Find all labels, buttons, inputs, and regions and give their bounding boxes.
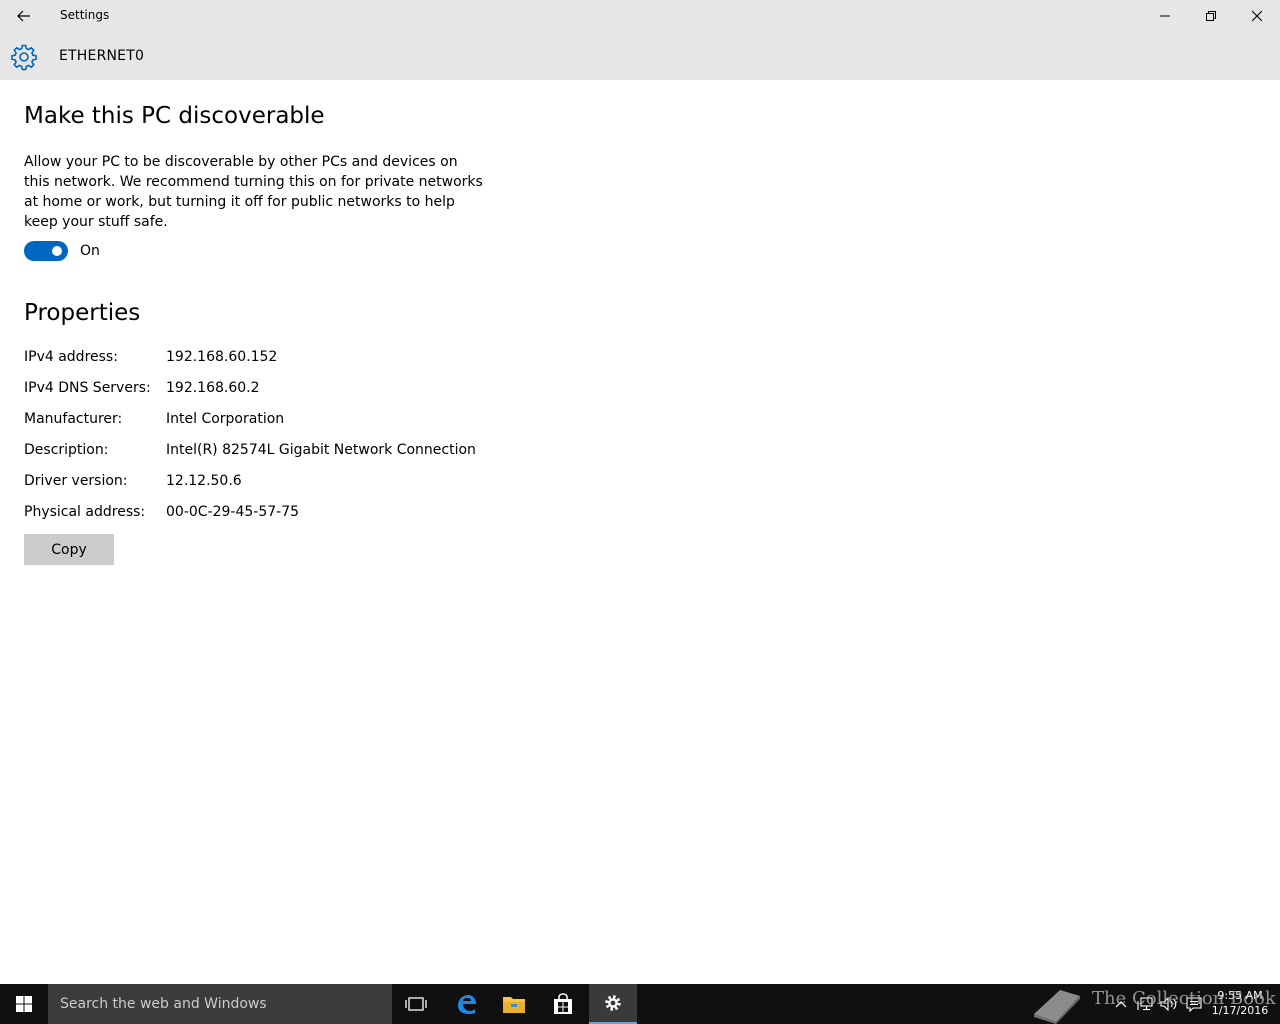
windows-logo-icon (16, 996, 32, 1012)
clock-date: 1/17/2016 (1211, 1004, 1269, 1017)
settings-gear-icon (605, 995, 621, 1011)
property-label: Description: (24, 442, 109, 458)
network-icon (1137, 997, 1153, 1011)
settings-taskbar-button[interactable] (589, 984, 637, 1024)
volume-icon (1160, 997, 1177, 1011)
discoverable-heading: Make this PC discoverable (24, 103, 325, 129)
action-center-button[interactable] (1182, 984, 1206, 1024)
property-label: Physical address: (24, 504, 146, 520)
property-value: 192.168.60.152 (166, 349, 278, 365)
start-button[interactable] (0, 984, 48, 1024)
property-value: Intel Corporation (166, 411, 285, 427)
close-button[interactable] (1234, 0, 1280, 32)
property-label: Manufacturer: (24, 411, 123, 427)
taskbar: Search the web and Windows 9:55 AM 1/17/… (0, 984, 1280, 1024)
back-button[interactable] (0, 0, 48, 32)
file-explorer-button[interactable] (490, 984, 538, 1024)
property-value: 192.168.60.2 (166, 380, 260, 396)
gear-icon (11, 44, 37, 71)
store-button[interactable] (539, 984, 587, 1024)
discoverable-description: Allow your PC to be discoverable by othe… (24, 154, 483, 230)
page-header: ETHERNET0 (0, 32, 1280, 80)
minimize-button[interactable] (1142, 0, 1188, 32)
window-title: Settings (60, 8, 110, 22)
chevron-up-icon (1115, 1001, 1127, 1008)
file-explorer-icon (503, 997, 525, 1013)
restore-button[interactable] (1188, 0, 1234, 32)
copy-button[interactable]: Copy (24, 534, 114, 565)
page-title: ETHERNET0 (59, 48, 145, 64)
edge-button[interactable] (442, 984, 490, 1024)
property-label: IPv4 address: (24, 349, 118, 365)
volume-tray-button[interactable] (1158, 984, 1180, 1024)
property-value: 00-0C-29-45-57-75 (166, 504, 300, 520)
edge-icon (458, 995, 476, 1014)
restore-icon (1206, 11, 1216, 21)
property-value: Intel(R) 82574L Gigabit Network Connecti… (166, 442, 476, 458)
taskbar-search-input[interactable]: Search the web and Windows (48, 984, 392, 1024)
task-view-button[interactable] (392, 984, 440, 1024)
property-label: Driver version: (24, 473, 128, 489)
network-tray-button[interactable] (1134, 984, 1156, 1024)
clock-time: 9:55 AM (1217, 989, 1263, 1002)
arrow-left-icon (17, 10, 30, 22)
show-hidden-icons-button[interactable] (1110, 984, 1132, 1024)
property-label: IPv4 DNS Servers: (24, 380, 151, 396)
property-value: 12.12.50.6 (166, 473, 242, 489)
close-icon (1252, 11, 1262, 21)
properties-heading: Properties (24, 300, 141, 326)
minimize-icon (1160, 15, 1170, 17)
toggle-knob (52, 246, 62, 256)
action-center-icon (1186, 996, 1202, 1012)
toggle-state-label: On (80, 243, 100, 259)
discoverable-toggle[interactable] (24, 241, 68, 261)
task-view-icon (405, 997, 427, 1011)
store-icon (554, 993, 572, 1014)
taskbar-clock[interactable]: 9:55 AM 1/17/2016 (1208, 988, 1272, 1018)
title-bar: Settings (0, 0, 1280, 32)
